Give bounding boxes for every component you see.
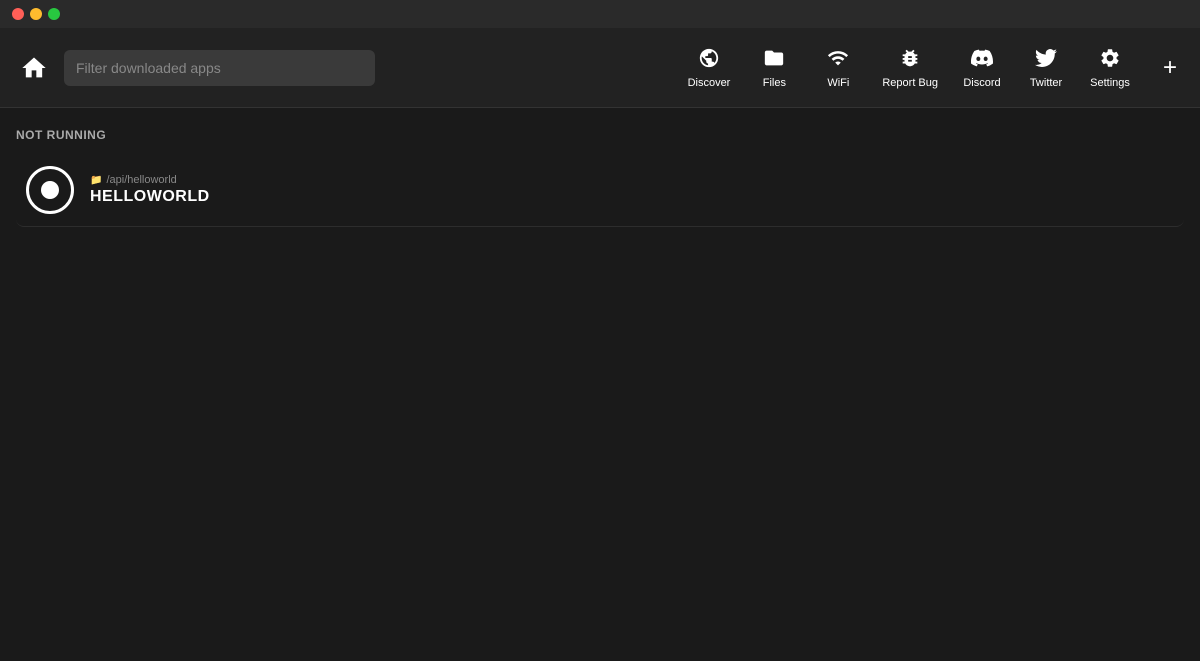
app-name: HELLOWORLD: [90, 188, 210, 206]
folder-icon: 📁: [90, 175, 102, 186]
twitter-label: Twitter: [1030, 77, 1062, 89]
app-icon-container: [24, 164, 76, 216]
report-bug-label: Report Bug: [882, 77, 938, 89]
record-icon: [26, 166, 74, 214]
nav-item-report-bug[interactable]: Report Bug: [872, 41, 948, 95]
add-button[interactable]: +: [1152, 50, 1188, 86]
home-icon: [20, 54, 48, 82]
nav-item-discord[interactable]: Discord: [952, 41, 1012, 95]
main-content: NOT RUNNING 📁 /api/helloworld HELLOWORLD: [0, 108, 1200, 661]
nav-item-settings[interactable]: Settings: [1080, 41, 1140, 95]
record-icon-inner: [41, 181, 59, 199]
discover-icon: [698, 47, 720, 73]
nav-item-files[interactable]: Files: [744, 41, 804, 95]
wifi-icon: [827, 47, 849, 73]
settings-icon: [1099, 47, 1121, 73]
app-list: 📁 /api/helloworld HELLOWORLD: [16, 154, 1184, 227]
nav-item-twitter[interactable]: Twitter: [1016, 41, 1076, 95]
wifi-label: WiFi: [827, 77, 849, 89]
nav-item-discover[interactable]: Discover: [678, 41, 741, 95]
section-title: NOT RUNNING: [16, 128, 1184, 142]
home-button[interactable]: [12, 46, 56, 90]
close-button[interactable]: [12, 8, 24, 20]
title-bar: [0, 0, 1200, 28]
files-label: Files: [763, 77, 786, 89]
report-bug-icon: [899, 47, 921, 73]
app-path-text: /api/helloworld: [106, 174, 176, 186]
app-item[interactable]: 📁 /api/helloworld HELLOWORLD: [16, 154, 1184, 227]
discord-icon: [971, 47, 993, 73]
discord-label: Discord: [963, 77, 1000, 89]
files-icon: [763, 47, 785, 73]
toolbar: Discover Files WiFi: [0, 28, 1200, 108]
twitter-icon: [1035, 47, 1057, 73]
search-input[interactable]: [64, 50, 375, 86]
app-path: 📁 /api/helloworld: [90, 174, 210, 186]
discover-label: Discover: [688, 77, 731, 89]
app-info: 📁 /api/helloworld HELLOWORLD: [90, 174, 210, 206]
minimize-button[interactable]: [30, 8, 42, 20]
settings-label: Settings: [1090, 77, 1130, 89]
nav-item-wifi[interactable]: WiFi: [808, 41, 868, 95]
nav-items: Discover Files WiFi: [678, 41, 1140, 95]
maximize-button[interactable]: [48, 8, 60, 20]
traffic-lights: [12, 8, 60, 20]
